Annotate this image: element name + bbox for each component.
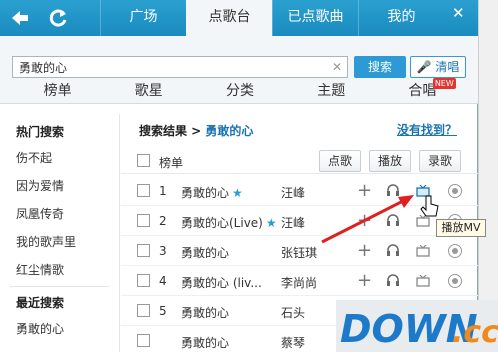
not-found-link[interactable]: 没有找到？	[397, 121, 457, 138]
row-number: 3	[159, 244, 167, 258]
song-title-text: 勇敢的心 (liv...	[181, 276, 262, 290]
left-sidebar: 热门搜索 伤不起 因为爱情 凤凰传奇 我的歌声里 红尘情歌 最近搜索 勇敢的心	[0, 114, 120, 352]
song-title-text: 勇敢的心(Live)	[181, 216, 263, 230]
star-icon: ★	[265, 216, 277, 230]
close-icon[interactable]: ✕	[452, 4, 465, 22]
play-radio[interactable]	[448, 184, 462, 198]
add-icon[interactable]: +	[357, 240, 372, 261]
song-title-text: 勇敢的心	[181, 246, 230, 260]
hot-search-item[interactable]: 红尘情歌	[0, 256, 119, 284]
breadcrumb-prefix: 搜索结果 >	[139, 124, 202, 138]
mv-icon[interactable]	[416, 275, 430, 287]
results-header: 榜单 点歌 播放 录歌	[121, 148, 478, 174]
record-button[interactable]: 录歌	[419, 150, 462, 172]
row-checkbox[interactable]	[137, 274, 150, 287]
artist-name[interactable]: 汪峰	[281, 214, 305, 231]
category-nav: 榜单 歌星 分类 主题 合唱 NEW	[12, 78, 468, 102]
song-row[interactable]: 4 勇敢的心 (liv... 李尚尚 +	[121, 266, 478, 296]
song-title[interactable]: 勇敢的心(Live) ★	[181, 214, 277, 231]
add-icon[interactable]: +	[357, 180, 372, 201]
clear-search-icon[interactable]: ✕	[328, 56, 346, 78]
song-title[interactable]: 勇敢的心 (liv...	[181, 274, 265, 291]
headphones-icon[interactable]	[386, 243, 400, 257]
breadcrumb-term: 勇敢的心	[205, 124, 254, 138]
new-badge: NEW	[432, 78, 456, 89]
hot-search-item[interactable]: 伤不起	[0, 144, 119, 172]
star-icon: ★	[232, 186, 243, 200]
refresh-icon[interactable]	[46, 6, 70, 30]
headphones-icon[interactable]	[386, 213, 400, 227]
tab-square[interactable]: 广场	[100, 0, 186, 36]
hot-search-title: 热门搜索	[16, 125, 65, 139]
svg-text:.cc: .cc	[452, 315, 498, 350]
row-checkbox[interactable]	[137, 184, 150, 197]
tab-requested-songs[interactable]: 已点歌曲	[272, 0, 358, 36]
mv-icon[interactable]	[416, 215, 430, 227]
song-title[interactable]: 勇敢的心	[181, 334, 232, 351]
search-input[interactable]	[12, 56, 348, 78]
category-charts[interactable]: 榜单	[12, 80, 103, 102]
category-singers[interactable]: 歌星	[103, 80, 194, 102]
hot-search-item[interactable]: 凤凰传奇	[0, 200, 119, 228]
microphone-icon: 🎤	[416, 60, 432, 74]
song-title-text: 勇敢的心	[181, 336, 230, 350]
song-title[interactable]: 勇敢的心 ★	[181, 184, 243, 201]
category-genres[interactable]: 分类	[194, 80, 285, 102]
song-row[interactable]: 2 勇敢的心(Live) ★ 汪峰 +	[121, 206, 478, 236]
song-title[interactable]: 勇敢的心	[181, 244, 232, 261]
row-checkbox[interactable]	[137, 244, 150, 257]
divider	[10, 286, 109, 287]
artist-name[interactable]: 汪峰	[281, 184, 305, 201]
header-label: 榜单	[159, 156, 184, 170]
hot-search-item[interactable]: 因为爱情	[0, 172, 119, 200]
row-checkbox[interactable]	[137, 214, 150, 227]
hot-search-item[interactable]: 我的歌声里	[0, 228, 119, 256]
play-radio[interactable]	[448, 274, 462, 288]
play-radio[interactable]	[448, 244, 462, 258]
artist-name[interactable]: 蔡琴	[281, 334, 305, 351]
song-row[interactable]: 1 勇敢的心 ★ 汪峰 +	[121, 176, 478, 206]
song-row[interactable]: 3 勇敢的心 张钰琪 +	[121, 236, 478, 266]
play-button[interactable]: 播放	[369, 150, 412, 172]
back-arrow-icon[interactable]	[8, 6, 32, 30]
tab-song-request[interactable]: 点歌台	[186, 0, 272, 36]
row-checkbox[interactable]	[137, 334, 150, 347]
search-button[interactable]: 搜索	[354, 56, 406, 78]
headphones-icon[interactable]	[386, 273, 400, 287]
song-title[interactable]: 勇敢的心	[181, 304, 232, 321]
recent-search-title: 最近搜索	[16, 296, 65, 310]
row-number: 5	[159, 304, 167, 318]
song-title-text: 勇敢的心	[181, 186, 230, 200]
row-number: 1	[159, 184, 167, 198]
headphones-icon[interactable]	[386, 183, 400, 197]
select-all-checkbox[interactable]	[137, 154, 150, 167]
artist-name[interactable]: 张钰琪	[281, 244, 317, 261]
row-number: 4	[159, 274, 167, 288]
tab-mine[interactable]: 我的	[358, 0, 444, 36]
artist-name[interactable]: 李尚尚	[281, 274, 317, 291]
recent-search-item[interactable]: 勇敢的心	[0, 315, 119, 343]
song-title-text: 勇敢的心	[181, 306, 230, 320]
artist-name[interactable]: 石头	[281, 304, 305, 321]
row-number: 2	[159, 214, 167, 228]
add-icon[interactable]: +	[357, 270, 372, 291]
category-themes[interactable]: 主题	[286, 80, 377, 102]
play-mv-tooltip: 播放MV	[436, 219, 486, 237]
acapella-label: 清唱	[435, 60, 460, 74]
watermark-logo: DOWN .cc	[336, 300, 498, 352]
main-tabs: 广场 点歌台 已点歌曲 我的	[100, 0, 444, 36]
mv-icon[interactable]	[416, 245, 430, 257]
search-bar: ✕ 搜索 🎤 清唱 榜单 歌星 分类 主题 合唱 NEW	[0, 36, 478, 104]
row-checkbox[interactable]	[137, 304, 150, 317]
add-icon[interactable]: +	[357, 210, 372, 231]
mv-icon[interactable]	[416, 185, 430, 197]
acapella-button[interactable]: 🎤 清唱	[410, 56, 466, 78]
request-button[interactable]: 点歌	[319, 150, 362, 172]
top-bar: 广场 点歌台 已点歌曲 我的 ✕	[0, 0, 478, 36]
category-duet[interactable]: 合唱 NEW	[377, 78, 468, 102]
breadcrumb: 搜索结果 > 勇敢的心	[139, 122, 253, 139]
